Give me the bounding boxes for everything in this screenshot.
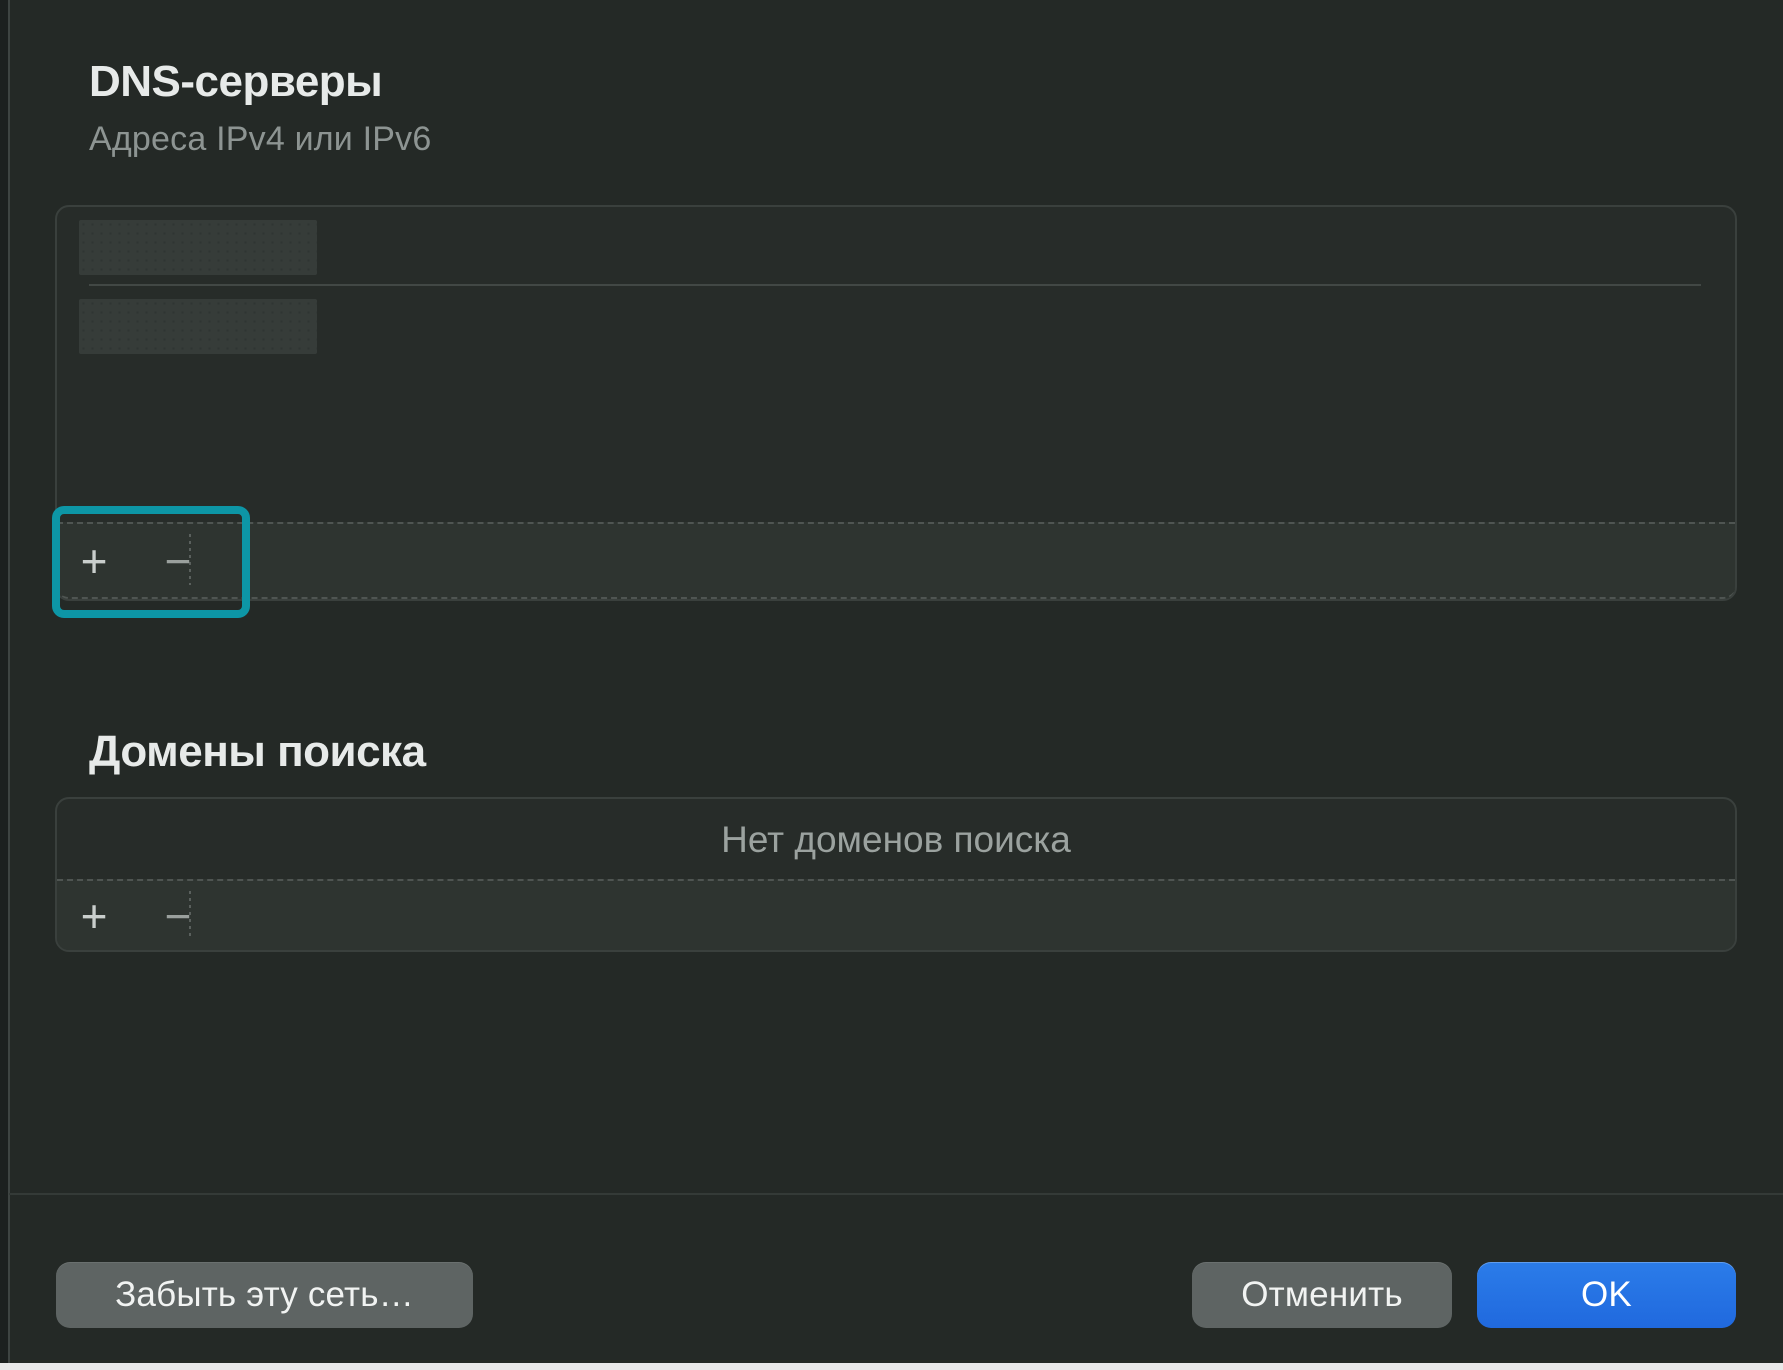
search-domains-section-title: Домены поиска: [89, 727, 426, 777]
search-domains-add-button[interactable]: +: [65, 881, 123, 950]
dialog-left-border: [8, 0, 10, 1370]
dns-row-redacted-value[interactable]: [79, 220, 317, 275]
row-separator: [89, 284, 1701, 286]
search-domains-empty-row: Нет доменов поиска: [57, 799, 1735, 881]
minus-icon: −: [165, 538, 192, 584]
search-domains-list[interactable]: Нет доменов поиска + −: [55, 797, 1737, 952]
dns-add-button[interactable]: +: [65, 524, 123, 597]
dns-servers-list[interactable]: + −: [55, 205, 1737, 601]
dns-remove-button[interactable]: −: [149, 524, 207, 597]
empty-placeholder-text: Нет доменов поиска: [721, 819, 1071, 861]
network-details-dialog: DNS-серверы Адреса IPv4 или IPv6 + − Дом…: [0, 0, 1783, 1370]
search-domains-remove-button[interactable]: −: [149, 881, 207, 950]
ok-button[interactable]: OK: [1477, 1262, 1736, 1328]
dns-section-subtitle: Адреса IPv4 или IPv6: [89, 120, 431, 159]
minus-icon: −: [165, 893, 192, 939]
forget-network-button[interactable]: Забыть эту сеть…: [56, 1262, 473, 1328]
dns-list-footer: + −: [57, 522, 1735, 599]
footer-divider: [9, 1193, 1783, 1195]
plus-icon: +: [81, 893, 108, 939]
search-domains-list-footer: + −: [57, 879, 1735, 950]
dialog-left-gutter: [0, 0, 8, 1370]
cancel-button[interactable]: Отменить: [1192, 1262, 1452, 1328]
window-bottom-edge: [0, 1363, 1783, 1370]
plus-icon: +: [81, 538, 108, 584]
dns-section-title: DNS-серверы: [89, 57, 382, 107]
dns-row-redacted-value[interactable]: [79, 299, 317, 354]
